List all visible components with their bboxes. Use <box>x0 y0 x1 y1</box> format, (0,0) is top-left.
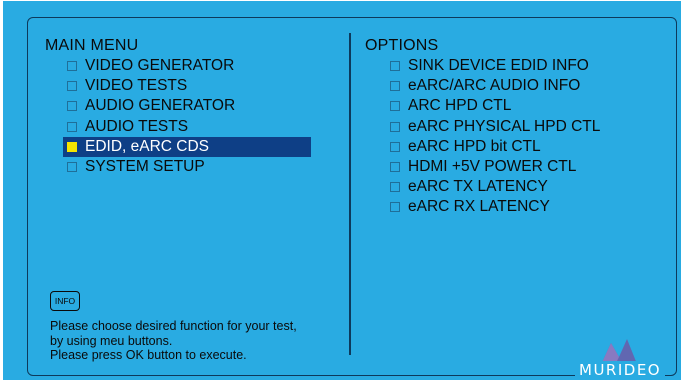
option-item-label: eARC TX LATENCY <box>408 178 548 196</box>
main-menu-item-label: VIDEO GENERATOR <box>85 57 235 75</box>
checkbox-icon <box>390 61 400 72</box>
main-menu-item-label: AUDIO GENERATOR <box>85 97 236 115</box>
checkbox-icon <box>390 182 400 193</box>
option-item-label: SINK DEVICE EDID INFO <box>408 57 589 75</box>
option-item[interactable]: eARC TX LATENCY <box>390 177 600 197</box>
option-item-label: eARC RX LATENCY <box>408 198 550 216</box>
main-menu-item-label: AUDIO TESTS <box>85 117 189 135</box>
option-item-label: eARC HPD bit CTL <box>408 137 541 155</box>
main-menu-item-label: SYSTEM SETUP <box>85 158 205 176</box>
checkbox-icon <box>67 61 77 72</box>
main-menu-title: MAIN MENU <box>45 37 139 54</box>
option-item-label: ARC HPD CTL <box>408 97 512 115</box>
main-menu-list: VIDEO GENERATOR VIDEO TESTS AUDIO GENERATO… <box>63 56 311 177</box>
checkbox-icon <box>67 81 77 92</box>
help-text: Please choose desired function for your … <box>50 319 297 363</box>
options-list: SINK DEVICE EDID INFO eARC/ARC AUDIO INFO… <box>390 56 600 218</box>
osd-screen: MAIN MENU VIDEO GENERATOR VIDEO TESTS AUDI… <box>3 1 681 380</box>
option-item[interactable]: eARC/ARC AUDIO INFO <box>390 76 600 96</box>
help-line-1: Please choose desired function for your … <box>50 319 297 333</box>
checkbox-icon <box>390 141 400 152</box>
checkbox-icon <box>390 121 400 132</box>
option-item-label: eARC/ARC AUDIO INFO <box>408 77 581 95</box>
checkbox-icon <box>67 162 77 173</box>
main-menu-item[interactable]: EDID, eARC CDS <box>63 136 311 157</box>
option-item-label: HDMI +5V POWER CTL <box>408 158 577 176</box>
option-item[interactable]: eARC PHYSICAL HPD CTL <box>390 117 600 137</box>
checkbox-icon <box>390 162 400 173</box>
main-menu-item-label: EDID, eARC CDS <box>85 137 210 155</box>
main-menu-item[interactable]: VIDEO GENERATOR <box>67 56 311 76</box>
main-menu-item[interactable]: AUDIO GENERATOR <box>67 96 311 116</box>
option-item[interactable]: ARC HPD CTL <box>390 96 600 116</box>
option-item[interactable]: SINK DEVICE EDID INFO <box>390 56 600 76</box>
options-title: OPTIONS <box>365 37 439 54</box>
checkbox-icon <box>390 101 400 112</box>
option-item-label: eARC PHYSICAL HPD CTL <box>408 117 601 135</box>
column-divider <box>349 33 351 355</box>
main-menu-item-label: VIDEO TESTS <box>85 77 188 95</box>
help-line-3: Please press OK button to execute. <box>50 348 247 362</box>
checkbox-checked-icon <box>67 141 77 152</box>
checkbox-icon <box>390 81 400 92</box>
help-line-2: by using meu buttons. <box>50 333 173 348</box>
main-menu-item[interactable]: VIDEO TESTS <box>67 76 311 96</box>
option-item[interactable]: HDMI +5V POWER CTL <box>390 157 600 177</box>
option-item[interactable]: eARC RX LATENCY <box>390 197 600 217</box>
option-item[interactable]: eARC HPD bit CTL <box>390 137 600 157</box>
checkbox-icon <box>67 121 77 132</box>
main-menu-item[interactable]: AUDIO TESTS <box>67 117 311 137</box>
checkbox-icon <box>67 101 77 112</box>
checkbox-icon <box>390 202 400 213</box>
main-menu-item[interactable]: SYSTEM SETUP <box>67 157 311 177</box>
brand-name: MURIDEO <box>575 361 666 379</box>
info-button[interactable]: INFO <box>50 291 80 311</box>
brand-logo: MURIDEO <box>563 335 683 381</box>
